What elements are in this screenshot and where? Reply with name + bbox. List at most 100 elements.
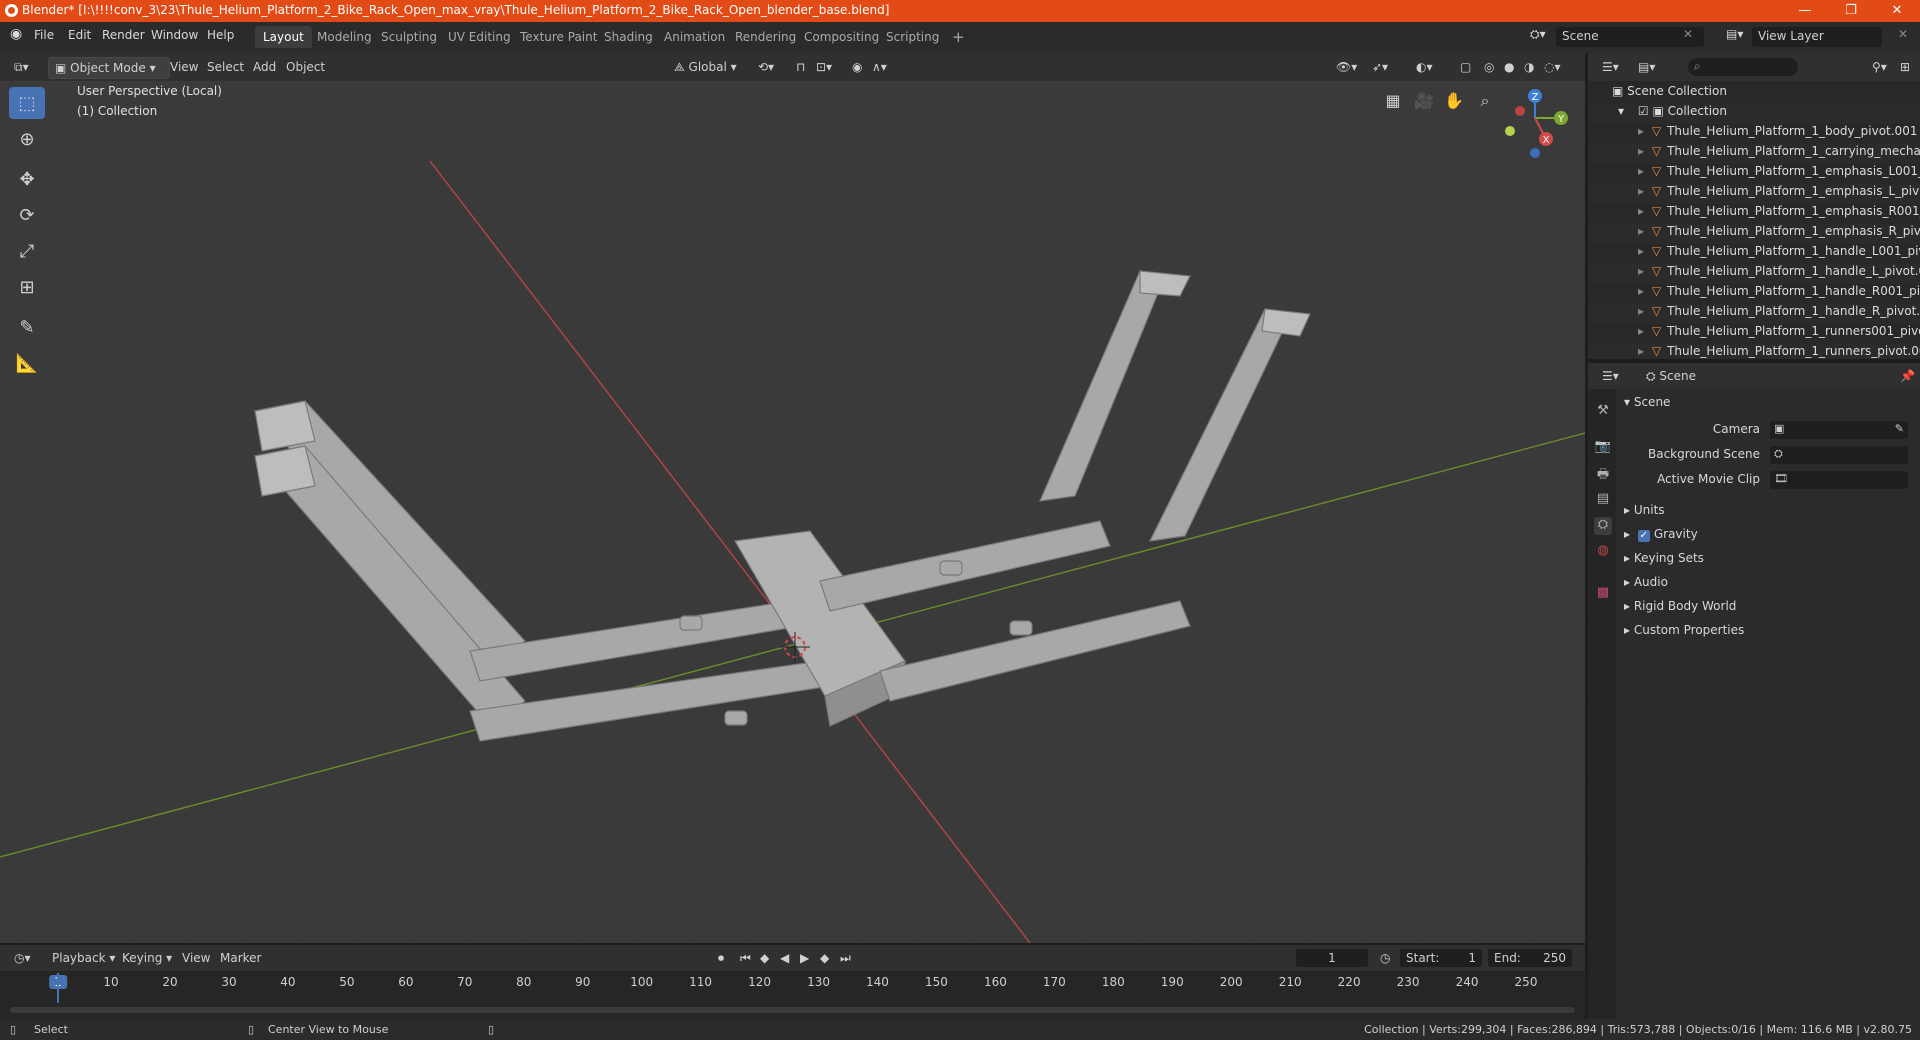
view-layer-icon[interactable]: ▤▾ xyxy=(1726,27,1743,41)
menu-file[interactable]: File xyxy=(34,28,54,42)
menu-add[interactable]: Add xyxy=(247,57,282,77)
filter-icon[interactable]: ⚲▾ xyxy=(1866,57,1893,77)
expand-arrow-icon[interactable]: ▸ xyxy=(1638,324,1644,338)
menu-edit[interactable]: Edit xyxy=(68,28,91,42)
outliner-editor-type-icon[interactable]: ☰▾ xyxy=(1596,57,1625,77)
snap-icon[interactable]: ⊓ xyxy=(790,57,811,77)
expand-arrow-icon[interactable]: ▸ xyxy=(1638,184,1644,198)
rotate-icon[interactable]: ⟳ xyxy=(9,199,45,231)
tab-rendering[interactable]: Rendering xyxy=(727,26,804,48)
pan-hand-icon[interactable]: ✋ xyxy=(1441,88,1467,114)
overlay-icon[interactable]: ◐▾ xyxy=(1410,57,1439,77)
expand-arrow-icon[interactable]: ▸ xyxy=(1638,304,1644,318)
tab-texture-paint[interactable]: Texture Paint xyxy=(512,26,605,48)
expand-arrow-icon[interactable]: ▸ xyxy=(1638,284,1644,298)
new-collection-icon[interactable]: ⊞ xyxy=(1894,57,1916,77)
scene-collection-row[interactable]: ▣ Scene Collection xyxy=(1588,84,1920,104)
view-layer-tab-icon[interactable]: ▤ xyxy=(1594,491,1612,509)
menu-playback[interactable]: Playback ▾ xyxy=(46,948,121,968)
menu-help[interactable]: Help xyxy=(207,28,234,42)
zoom-icon[interactable]: ⌕ xyxy=(1472,88,1498,114)
outliner-object-row[interactable]: ▸ ▽ Thule_Helium_Platform_1_carrying_mech… xyxy=(1588,144,1920,164)
visibility-icon[interactable]: 👁▾ xyxy=(1330,57,1363,77)
collection-row[interactable]: ▾ ☑ ▣ Collection 👁 xyxy=(1588,104,1920,124)
snap-target-icon[interactable]: ⊡▾ xyxy=(810,57,838,77)
gravity-panel[interactable]: ▸ ✓ Gravity xyxy=(1624,527,1698,542)
clock-icon[interactable]: ◷ xyxy=(1374,948,1396,968)
expand-arrow-icon[interactable]: ▸ xyxy=(1638,204,1644,218)
menu-timeline-view[interactable]: View xyxy=(176,948,216,968)
scene-selector[interactable]: Scene xyxy=(1556,27,1704,47)
gravity-checkbox[interactable]: ✓ xyxy=(1637,530,1650,542)
play-reverse-icon[interactable]: ◀ xyxy=(774,948,795,968)
maximize-button[interactable]: ❐ xyxy=(1828,0,1874,22)
expand-arrow-icon[interactable]: ▸ xyxy=(1638,224,1644,238)
tab-sculpting[interactable]: Sculpting xyxy=(373,26,445,48)
camera-view-icon[interactable]: 🎥 xyxy=(1411,88,1437,114)
annotate-icon[interactable]: ✎ xyxy=(9,311,45,343)
keying-sets-panel[interactable]: ▸ Keying Sets xyxy=(1624,551,1704,565)
start-frame-field[interactable]: Start: 1 xyxy=(1400,949,1482,967)
menu-window[interactable]: Window xyxy=(151,28,198,42)
expand-arrow-icon[interactable]: ▸ xyxy=(1638,244,1644,258)
expand-arrow-icon[interactable]: ▾ xyxy=(1618,104,1624,118)
view-layer-selector[interactable]: View Layer xyxy=(1752,27,1882,47)
scene-section-header[interactable]: ▾ Scene xyxy=(1624,395,1670,409)
expand-arrow-icon[interactable]: ▸ xyxy=(1638,144,1644,158)
tab-compositing[interactable]: Compositing xyxy=(796,26,887,48)
expand-arrow-icon[interactable]: ▸ xyxy=(1638,124,1644,138)
measure-icon[interactable]: 📐 xyxy=(9,347,45,379)
scene-icon[interactable]: ⛭▾ xyxy=(1530,27,1546,42)
outliner-object-row[interactable]: ▸ ▽ Thule_Helium_Platform_1_runners_pivot… xyxy=(1588,344,1920,359)
eyedropper-icon[interactable]: ✎ xyxy=(1895,422,1904,435)
record-icon[interactable]: ⏺ xyxy=(712,948,730,968)
gizmo-icon[interactable]: ➶▾ xyxy=(1366,57,1394,77)
outliner-object-row[interactable]: ▸ ▽ Thule_Helium_Platform_1_emphasis_R001… xyxy=(1588,204,1920,224)
close-button[interactable]: ✕ xyxy=(1874,0,1920,22)
outliner-object-row[interactable]: ▸ ▽ Thule_Helium_Platform_1_handle_R_pivo… xyxy=(1588,304,1920,324)
outliner-object-row[interactable]: ▸ ▽ Thule_Helium_Platform_1_emphasis_L_pi… xyxy=(1588,184,1920,204)
tab-scripting[interactable]: Scripting xyxy=(878,26,947,48)
timeline-scrollbar[interactable] xyxy=(10,1007,1575,1013)
units-panel[interactable]: ▸ Units xyxy=(1624,503,1665,517)
camera-field[interactable]: ▣ ✎ xyxy=(1770,421,1908,439)
menu-keying[interactable]: Keying ▾ xyxy=(116,948,178,968)
active-movie-clip-field[interactable]: 🎞 xyxy=(1770,471,1908,489)
tool-tab-icon[interactable]: ⚒ xyxy=(1594,403,1612,421)
jump-end-icon[interactable]: ⏭ xyxy=(834,948,857,968)
texture-tab-icon[interactable]: ▩ xyxy=(1594,585,1612,603)
outliner-object-row[interactable]: ▸ ▽ Thule_Helium_Platform_1_emphasis_L001… xyxy=(1588,164,1920,184)
outliner-object-row[interactable]: ▸ ▽ Thule_Helium_Platform_1_handle_R001_p… xyxy=(1588,284,1920,304)
menu-render[interactable]: Render xyxy=(102,28,145,42)
select-box-icon[interactable]: ⬚ xyxy=(9,87,45,119)
expand-arrow-icon[interactable]: ▸ xyxy=(1638,344,1644,358)
playhead[interactable] xyxy=(57,973,59,1003)
pivot-point-icon[interactable]: ⟲▾ xyxy=(752,57,780,77)
toggle-camera-grid-icon[interactable]: ▦ xyxy=(1380,88,1406,114)
xray-icon[interactable]: ▢ xyxy=(1454,57,1477,77)
outliner-object-row[interactable]: ▸ ▽ Thule_Helium_Platform_1_emphasis_R_pi… xyxy=(1588,224,1920,244)
3d-viewport[interactable]: Z Y X User Perspective (Local) (1) Colle… xyxy=(0,81,1585,943)
audio-panel[interactable]: ▸ Audio xyxy=(1624,575,1668,589)
end-frame-field[interactable]: End: 250 xyxy=(1488,949,1572,967)
transform-orientation[interactable]: ⟁ Global ▾ xyxy=(668,57,743,77)
menu-view[interactable]: View xyxy=(164,57,204,77)
expand-arrow-icon[interactable]: ▸ xyxy=(1638,264,1644,278)
world-tab-icon[interactable]: ◍ xyxy=(1594,543,1612,561)
background-scene-field[interactable]: ⛭ xyxy=(1770,446,1908,464)
render-tab-icon[interactable]: 📷 xyxy=(1594,439,1612,457)
rendered-shading-icon[interactable]: ◌▾ xyxy=(1538,57,1567,77)
view-layer-delete-icon[interactable]: ✕ xyxy=(1898,27,1908,41)
viewport-scene[interactable]: Z Y X xyxy=(0,81,1585,943)
timeline-editor-type-icon[interactable]: ◷▾ xyxy=(8,948,37,968)
mode-selector[interactable]: ▣ Object Mode ▾ xyxy=(48,57,170,79)
tab-animation[interactable]: Animation xyxy=(656,26,733,48)
menu-marker[interactable]: Marker xyxy=(214,948,267,968)
tab-uv-editing[interactable]: UV Editing xyxy=(440,26,519,48)
outliner-object-row[interactable]: ▸ ▽ Thule_Helium_Platform_1_handle_L_pivo… xyxy=(1588,264,1920,284)
play-icon[interactable]: ▶ xyxy=(794,948,815,968)
tab-shading[interactable]: Shading xyxy=(596,26,661,48)
pin-icon[interactable]: 📌 xyxy=(1894,366,1920,386)
menu-object[interactable]: Object xyxy=(280,57,331,77)
tab-layout[interactable]: Layout xyxy=(255,26,312,48)
